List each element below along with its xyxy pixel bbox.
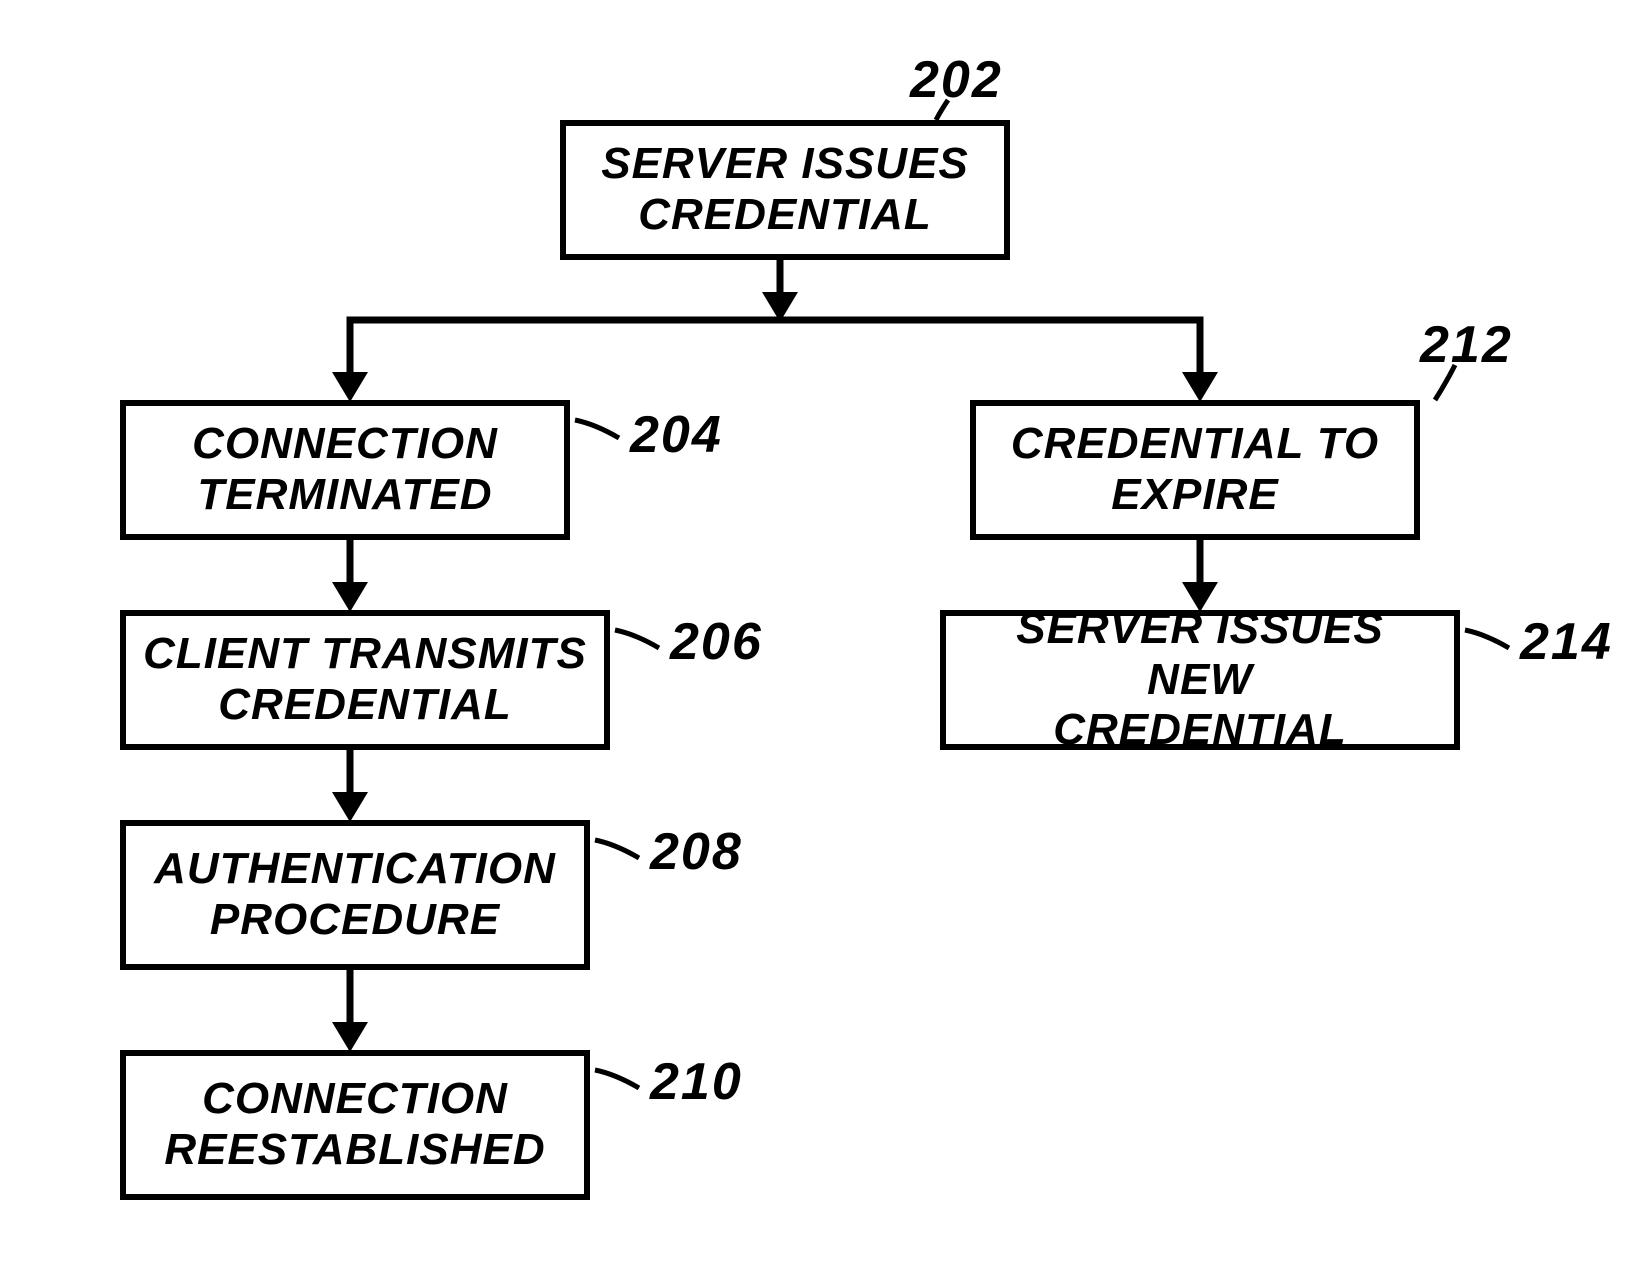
flowchart-canvas: SERVER ISSUES CREDENTIAL 202 CONNECTION … bbox=[0, 0, 1633, 1272]
leader-214 bbox=[0, 0, 1633, 1272]
